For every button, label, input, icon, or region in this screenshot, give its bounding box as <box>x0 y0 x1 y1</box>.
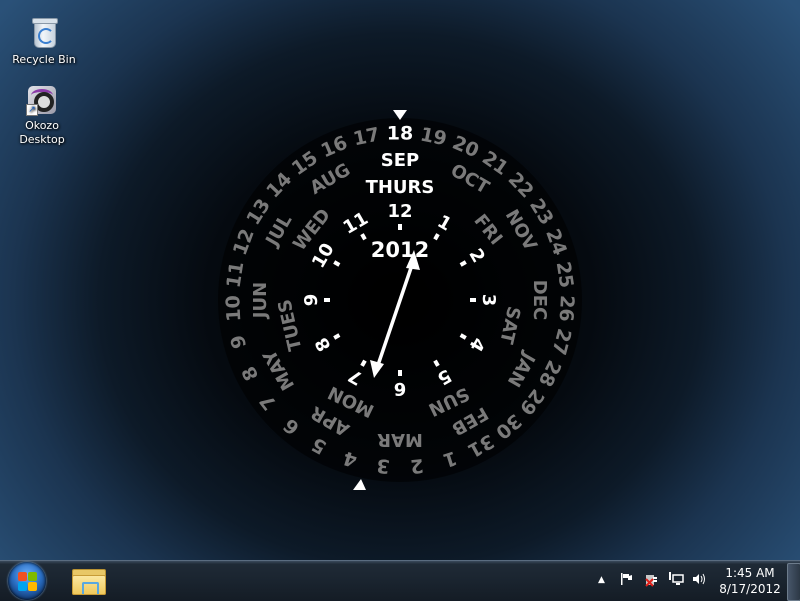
day-label-selected: 18 <box>387 123 413 145</box>
month-label: MAR <box>377 429 423 450</box>
hour-tick <box>470 298 476 302</box>
hour-tick <box>398 224 402 230</box>
day-label: 11 <box>223 260 249 289</box>
year-label: 2012 <box>371 238 429 262</box>
start-button[interactable] <box>8 562 46 600</box>
day-label: 2 <box>409 454 424 477</box>
day-label: 3 <box>375 454 390 477</box>
weekday-label-selected: THURS <box>366 177 435 198</box>
bottom-marker-icon <box>353 479 366 490</box>
taskbar: ▲ 1:45 AM 8/17/2012 <box>0 560 800 601</box>
show-hidden-icons-arrow[interactable]: ▲ <box>598 572 605 588</box>
hour-label: 3 <box>478 294 499 307</box>
month-label-selected: SEP <box>381 150 419 171</box>
day-label: 10 <box>222 295 245 323</box>
day-label: 25 <box>552 260 578 289</box>
month-label: DEC <box>529 280 550 320</box>
tray-time: 1:45 AM <box>725 566 775 580</box>
tray-date: 8/17/2012 <box>719 582 781 596</box>
show-desktop-button[interactable] <box>787 563 800 601</box>
taskbar-clock[interactable]: 1:45 AM 8/17/2012 <box>716 565 784 597</box>
action-center-flag-icon[interactable] <box>619 571 635 591</box>
day-label: 26 <box>555 295 578 323</box>
power-icon[interactable] <box>643 571 659 591</box>
volume-icon[interactable] <box>691 571 707 591</box>
hour-label: 6 <box>394 378 407 399</box>
hour-label: 9 <box>301 294 322 307</box>
taskbar-windows-explorer-button[interactable] <box>72 566 106 595</box>
month-label: JUN <box>250 282 271 320</box>
hour-tick <box>324 298 330 302</box>
hour-label-selected: 12 <box>387 201 412 222</box>
hour-tick <box>398 370 402 376</box>
network-icon[interactable] <box>667 571 685 591</box>
okozo-spiral-clock-widget[interactable]: 12345678910111213141516 17 18 19 20212223242… <box>0 0 800 560</box>
